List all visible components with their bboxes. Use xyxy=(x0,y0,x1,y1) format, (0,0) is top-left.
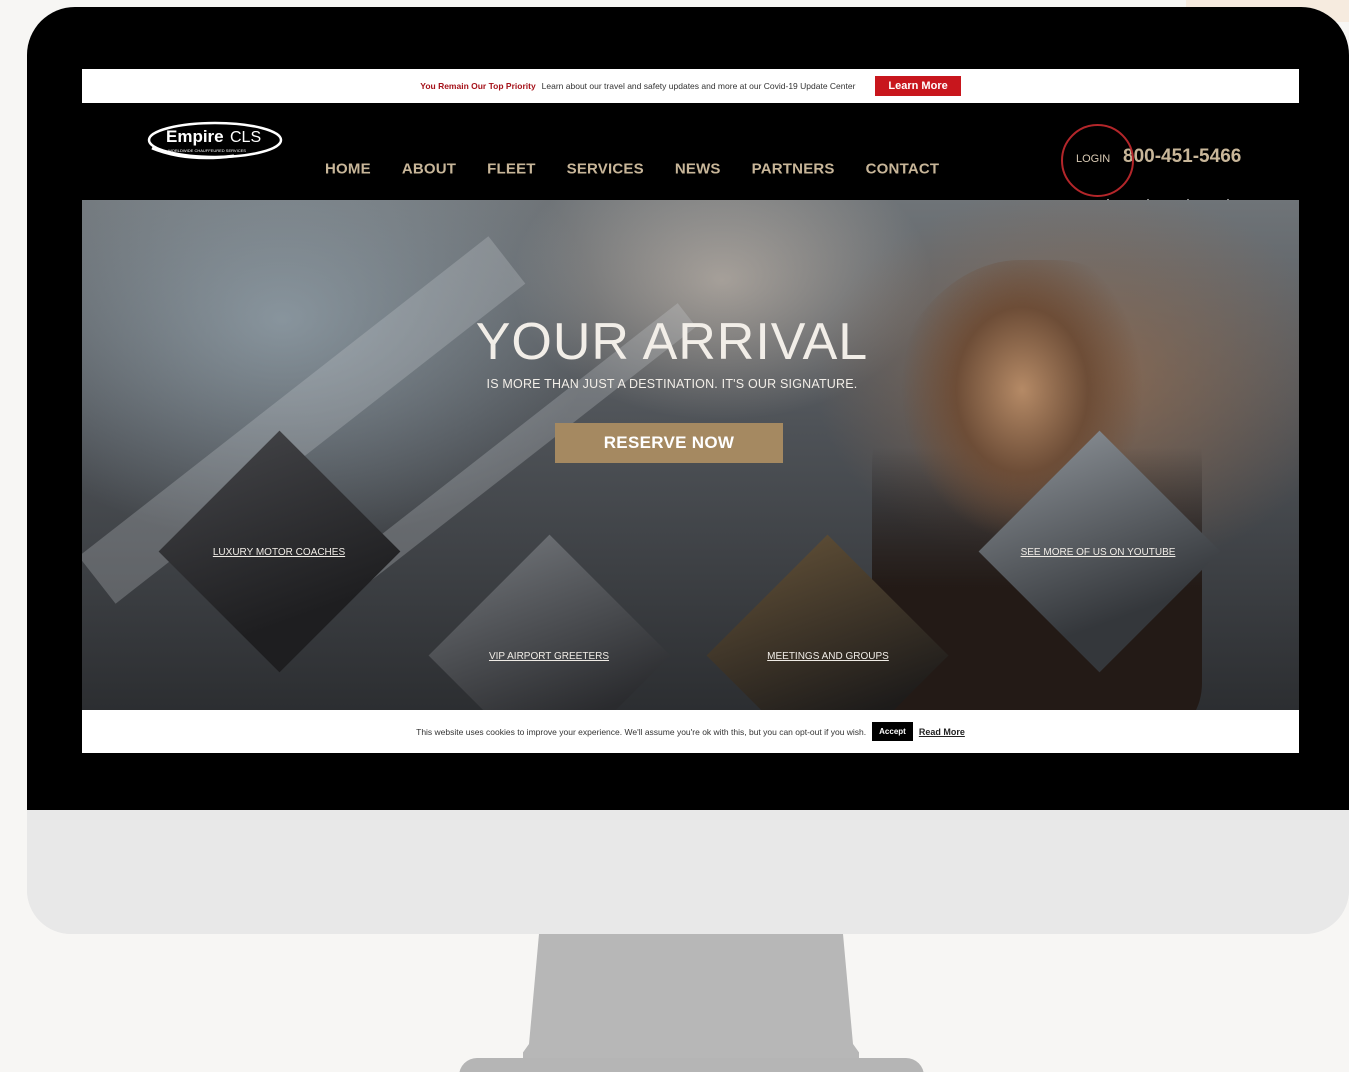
tile-label-meetings[interactable]: MEETINGS AND GROUPS xyxy=(767,651,889,662)
nav-item-services[interactable]: SERVICES xyxy=(567,161,644,178)
reserve-now-button[interactable]: RESERVE NOW xyxy=(555,423,783,463)
nav-item-home[interactable]: HOME xyxy=(325,161,371,178)
priority-text: You Remain Our Top Priority xyxy=(420,81,536,91)
monitor-stand-base xyxy=(459,1058,924,1072)
tile-label-coaches[interactable]: LUXURY MOTOR COACHES xyxy=(213,547,345,558)
phone-number[interactable]: 800-451-5466 xyxy=(1123,146,1241,168)
tile-vip-airport-greeters[interactable] xyxy=(428,534,671,710)
cookie-banner: This website uses cookies to improve you… xyxy=(82,710,1299,753)
logo-tagline: WORLDWIDE CHAUFFEURED SERVICES xyxy=(168,148,246,153)
logo-name-bold: Empire xyxy=(166,127,224,146)
monitor-stand xyxy=(523,934,859,1072)
tile-label-greeters[interactable]: VIP AIRPORT GREETERS xyxy=(489,651,609,662)
website-screen: You Remain Our Top Priority Learn about … xyxy=(82,69,1299,753)
hero-banner: YOUR ARRIVAL IS MORE THAN JUST A DESTINA… xyxy=(82,200,1299,710)
nav-item-partners[interactable]: PARTNERS xyxy=(752,161,835,178)
nav-item-news[interactable]: NEWS xyxy=(675,161,721,178)
nav-menu: HOME ABOUT FLEET SERVICES NEWS PARTNERS … xyxy=(325,161,939,178)
learn-more-button[interactable]: Learn More xyxy=(875,76,961,96)
login-highlight-circle xyxy=(1061,124,1134,197)
main-navigation: Empire CLS WORLDWIDE CHAUFFEURED SERVICE… xyxy=(82,103,1299,219)
logo-name-light: CLS xyxy=(230,129,261,146)
nav-item-fleet[interactable]: FLEET xyxy=(487,161,536,178)
tile-label-youtube[interactable]: SEE MORE OF US ON YOUTUBE xyxy=(1021,547,1176,558)
read-more-link[interactable]: Read More xyxy=(919,727,965,737)
empirecls-logo[interactable]: Empire CLS WORLDWIDE CHAUFFEURED SERVICE… xyxy=(146,120,284,160)
hero-subtitle: IS MORE THAN JUST A DESTINATION. IT'S OU… xyxy=(486,377,858,391)
accept-cookies-button[interactable]: Accept xyxy=(872,722,913,741)
monitor-chin xyxy=(27,810,1349,934)
hero-title: YOUR ARRIVAL xyxy=(475,313,869,371)
nav-item-contact[interactable]: CONTACT xyxy=(866,161,940,178)
covid-notice-bar: You Remain Our Top Priority Learn about … xyxy=(82,69,1299,103)
notice-message: Learn about our travel and safety update… xyxy=(541,81,856,91)
nav-item-about[interactable]: ABOUT xyxy=(402,161,456,178)
cookie-text: This website uses cookies to improve you… xyxy=(416,726,867,737)
